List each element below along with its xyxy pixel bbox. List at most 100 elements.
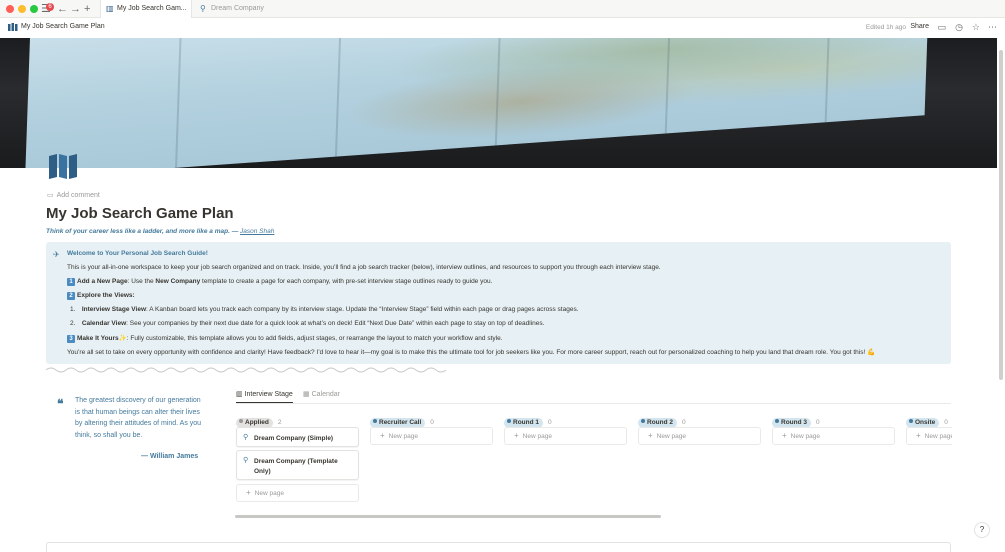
history-clock-icon[interactable]: ◷ (955, 22, 963, 32)
column-count: 0 (548, 419, 552, 426)
map-fold (824, 38, 832, 123)
tab-interview-stage[interactable]: ▥ Interview Stage (236, 389, 293, 403)
step-label: Make It Yours (77, 335, 119, 342)
column-applied[interactable]: Applied 2 (236, 411, 281, 428)
forward-arrow-icon[interactable]: → (70, 2, 81, 16)
quote-mark-icon: ❝ (57, 397, 64, 411)
tab-job-search[interactable]: ▥ My Job Search Gam... (100, 0, 192, 18)
card-title: Dream Company (Simple) (254, 435, 334, 442)
callout-intro: This is your all-in-one workspace to kee… (67, 264, 661, 271)
comment-icon: ▭ (47, 192, 54, 199)
column-count: 0 (682, 419, 686, 426)
tab-label: My Job Search Gam... (117, 5, 187, 12)
card-dream-company-simple[interactable]: ⚲ Dream Company (Simple) (236, 427, 359, 447)
vertical-scrollbar[interactable] (999, 50, 1003, 380)
view-tab-label: Interview Stage (244, 391, 293, 398)
minimize-window-button[interactable] (18, 5, 26, 13)
new-page-button[interactable]: + New page (370, 427, 493, 445)
step-explore-views: 2 Explore the Views: (67, 292, 135, 300)
calendar-icon: ▦ (303, 391, 312, 398)
pin-icon: ⚲ (200, 4, 206, 13)
column-onsite[interactable]: Onsite 0 (906, 411, 948, 428)
map-fold (494, 38, 502, 146)
welcome-callout: ✈ Welcome to Your Personal Job Search Gu… (46, 242, 951, 364)
wave-divider (46, 367, 447, 373)
new-page-button[interactable]: + New page (772, 427, 895, 445)
sub-step-calendar-view: 2. Calendar View: See your companies by … (70, 320, 544, 327)
new-page-label: New page (924, 433, 952, 440)
step-text: : Use the (127, 278, 156, 285)
step-label: Add a New Page (77, 278, 128, 285)
column-count: 2 (277, 419, 282, 426)
notion-book-icon[interactable] (48, 153, 80, 179)
breadcrumb-title[interactable]: My Job Search Game Plan (21, 23, 105, 30)
column-recruiter-call[interactable]: Recruiter Call 0 (370, 411, 434, 428)
column-count: 0 (430, 419, 434, 426)
horizontal-scrollbar[interactable] (235, 515, 661, 518)
more-options-icon[interactable]: ⋯ (988, 22, 997, 32)
column-count: 0 (816, 419, 820, 426)
column-label: Onsite (915, 419, 936, 426)
next-block (46, 542, 951, 552)
column-label: Round 3 (781, 419, 807, 426)
new-page-button[interactable]: + New page (504, 427, 627, 445)
plus-icon: + (380, 431, 385, 440)
location-pin-icon: ⚲ (243, 434, 249, 441)
map-picture (25, 38, 930, 168)
new-page-button[interactable]: + New page (638, 427, 761, 445)
column-round-2[interactable]: Round 2 0 (638, 411, 686, 428)
view-tab-label: Calendar (311, 391, 340, 398)
new-page-label: New page (656, 433, 686, 440)
add-comment-button[interactable]: ▭ Add comment (47, 191, 100, 199)
new-page-label: New page (254, 490, 284, 497)
pushpin-icon: ✈ (53, 250, 60, 259)
comments-icon[interactable]: ▭ (937, 22, 946, 32)
tab-calendar[interactable]: ▦ Calendar (303, 389, 340, 403)
sub-step-interview-view: 1. Interview Stage View: A Kanban board … (70, 306, 579, 313)
column-count: 0 (944, 419, 948, 426)
plus-icon: + (782, 431, 787, 440)
column-label: Round 2 (647, 419, 673, 426)
column-round-3[interactable]: Round 3 0 (772, 411, 820, 428)
number-two-icon: 2 (67, 292, 75, 300)
card-title: Dream Company (Template Only) (254, 458, 338, 475)
tab-label: Dream Company (211, 5, 264, 12)
plus-icon: + (514, 431, 519, 440)
step-text: template to create a page for each compa… (200, 278, 493, 285)
step-bold: New Company (155, 278, 201, 285)
quote-text: Think of your career less like a ladder,… (46, 228, 240, 235)
callout-title: Welcome to Your Personal Job Search Guid… (67, 250, 208, 257)
tab-dream-company[interactable]: ⚲ Dream Company (195, 0, 285, 18)
close-window-button[interactable] (6, 5, 14, 13)
plus-icon: + (246, 488, 251, 497)
map-fold (175, 38, 182, 168)
new-page-button[interactable]: + New page (236, 484, 359, 502)
status-dot (239, 419, 243, 424)
status-dot (507, 419, 511, 424)
sparkles-icon: ✨ (118, 335, 127, 342)
card-dream-company-template[interactable]: ⚲ Dream Company (Template Only) (236, 450, 359, 480)
notion-book-icon (8, 23, 18, 31)
sub-step-text: : See your companies by their next due d… (126, 320, 545, 327)
quote-author-link[interactable]: Jason Shah (240, 228, 274, 235)
page-title[interactable]: My Job Search Game Plan (46, 205, 234, 222)
location-pin-icon: ⚲ (243, 457, 249, 464)
column-round-1[interactable]: Round 1 0 (504, 411, 552, 428)
edited-timestamp: Edited 1h ago (865, 24, 906, 31)
back-arrow-icon[interactable]: ← (57, 2, 68, 16)
plus-icon: + (648, 431, 653, 440)
new-tab-plus-icon[interactable]: + (84, 2, 90, 16)
maximize-window-button[interactable] (30, 5, 38, 13)
views-divider (236, 403, 951, 404)
status-dot (775, 419, 779, 424)
help-question-icon[interactable]: ? (974, 522, 990, 538)
new-page-label: New page (790, 433, 820, 440)
share-button[interactable]: Share (910, 23, 929, 30)
notification-badge: 6 (46, 3, 54, 11)
favorite-star-icon[interactable]: ☆ (972, 22, 980, 32)
board-view-icon: ▥ (236, 391, 245, 398)
callout-closing: You’re all set to take on every opportun… (67, 349, 876, 356)
new-page-button[interactable]: + New page (906, 427, 952, 445)
column-label: Applied (245, 419, 269, 426)
page-header: My Job Search Game Plan Edited 1h ago Sh… (0, 18, 1005, 38)
